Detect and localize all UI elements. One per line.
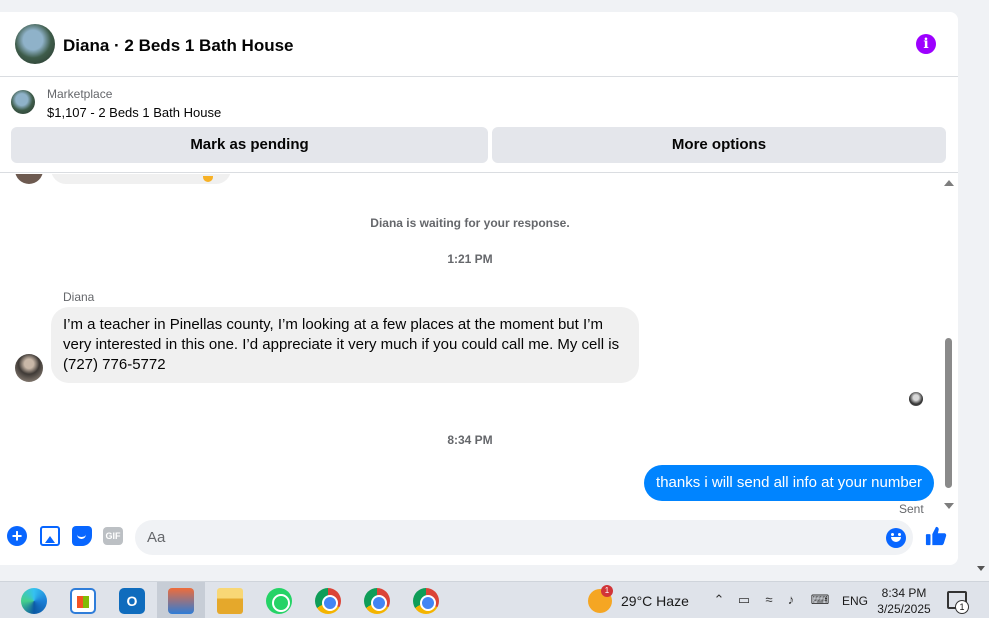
message-list: Diana is waiting for your response. 1:21… — [0, 174, 940, 515]
file-explorer-icon[interactable] — [217, 588, 243, 614]
chat-header: Diana · 2 Beds 1 Bath House i — [0, 12, 958, 77]
incoming-message-bubble[interactable]: I’m a teacher in Pinellas county, I’m lo… — [51, 307, 639, 383]
chrome-icon[interactable] — [315, 588, 341, 614]
timestamp: 1:21 PM — [447, 252, 493, 266]
page-scroll-down-icon[interactable] — [977, 566, 985, 571]
weather-text[interactable]: 29°C Haze — [621, 593, 689, 609]
thumbs-up-icon[interactable] — [925, 525, 947, 547]
message-composer: + GIF — [0, 515, 958, 565]
language-indicator[interactable]: ENG — [842, 594, 868, 608]
gif-icon[interactable]: GIF — [103, 527, 123, 545]
volume-icon[interactable]: ♪ — [783, 592, 799, 608]
chrome-profile-icon[interactable] — [364, 588, 390, 614]
sender-avatar[interactable] — [15, 354, 43, 382]
more-options-button[interactable]: More options — [492, 127, 946, 163]
whatsapp-icon[interactable] — [266, 588, 292, 614]
sticker-icon[interactable] — [72, 526, 92, 546]
outlook-icon[interactable]: O — [119, 588, 145, 614]
mark-as-pending-button[interactable]: Mark as pending — [11, 127, 488, 163]
chat-window: Diana · 2 Beds 1 Bath House i Marketplac… — [0, 12, 958, 565]
scroll-up-arrow-icon[interactable] — [944, 180, 954, 186]
chevron-up-icon[interactable]: ⌃ — [711, 592, 727, 608]
listing-source-label: Marketplace — [47, 87, 113, 101]
attach-photo-icon[interactable] — [40, 526, 60, 546]
chat-title[interactable]: Diana · 2 Beds 1 Bath House — [63, 36, 294, 56]
clock-time: 8:34 PM — [881, 586, 927, 600]
sender-name: Diana — [63, 290, 95, 304]
listing-title[interactable]: $1,107 - 2 Beds 1 Bath House — [47, 105, 221, 120]
edge-browser-icon[interactable] — [21, 588, 47, 614]
notification-count-badge: 1 — [955, 600, 969, 614]
listing-thumbnail[interactable] — [11, 90, 35, 114]
message-input[interactable] — [135, 520, 913, 555]
device-icon[interactable]: ▭ — [736, 592, 752, 608]
scrollbar-thumb[interactable] — [945, 338, 952, 488]
active-app-icon[interactable] — [168, 588, 194, 614]
keyboard-icon[interactable]: ⌨ — [809, 592, 831, 608]
seen-indicator-avatar — [909, 392, 923, 406]
marketplace-listing-panel: Marketplace $1,107 - 2 Beds 1 Bath House… — [0, 77, 958, 173]
message-scrollbar[interactable] — [942, 174, 956, 515]
wifi-icon[interactable]: ≈ — [761, 592, 777, 608]
scroll-down-arrow-icon[interactable] — [944, 503, 954, 509]
contact-avatar[interactable] — [15, 24, 55, 64]
timestamp: 8:34 PM — [447, 433, 493, 447]
microsoft-store-icon[interactable] — [70, 588, 96, 614]
chrome-profile-icon[interactable] — [413, 588, 439, 614]
plus-icon[interactable]: + — [7, 526, 27, 546]
outgoing-message-bubble[interactable]: thanks i will send all info at your numb… — [644, 465, 934, 501]
system-clock[interactable]: 8:34 PM 3/25/2025 — [870, 585, 938, 617]
windows-taskbar: O 1 29°C Haze ⌃ ▭ ≈ ♪ ⌨ ENG 8:34 PM 3/25… — [0, 581, 989, 618]
contact-avatar-small — [15, 174, 43, 184]
waiting-notice: Diana is waiting for your response. — [370, 216, 570, 230]
info-icon[interactable]: i — [916, 34, 936, 54]
weather-alert-badge: 1 — [601, 585, 613, 597]
clock-date: 3/25/2025 — [877, 602, 931, 616]
emoji-icon[interactable] — [886, 528, 906, 548]
message-status: Sent — [899, 502, 924, 515]
